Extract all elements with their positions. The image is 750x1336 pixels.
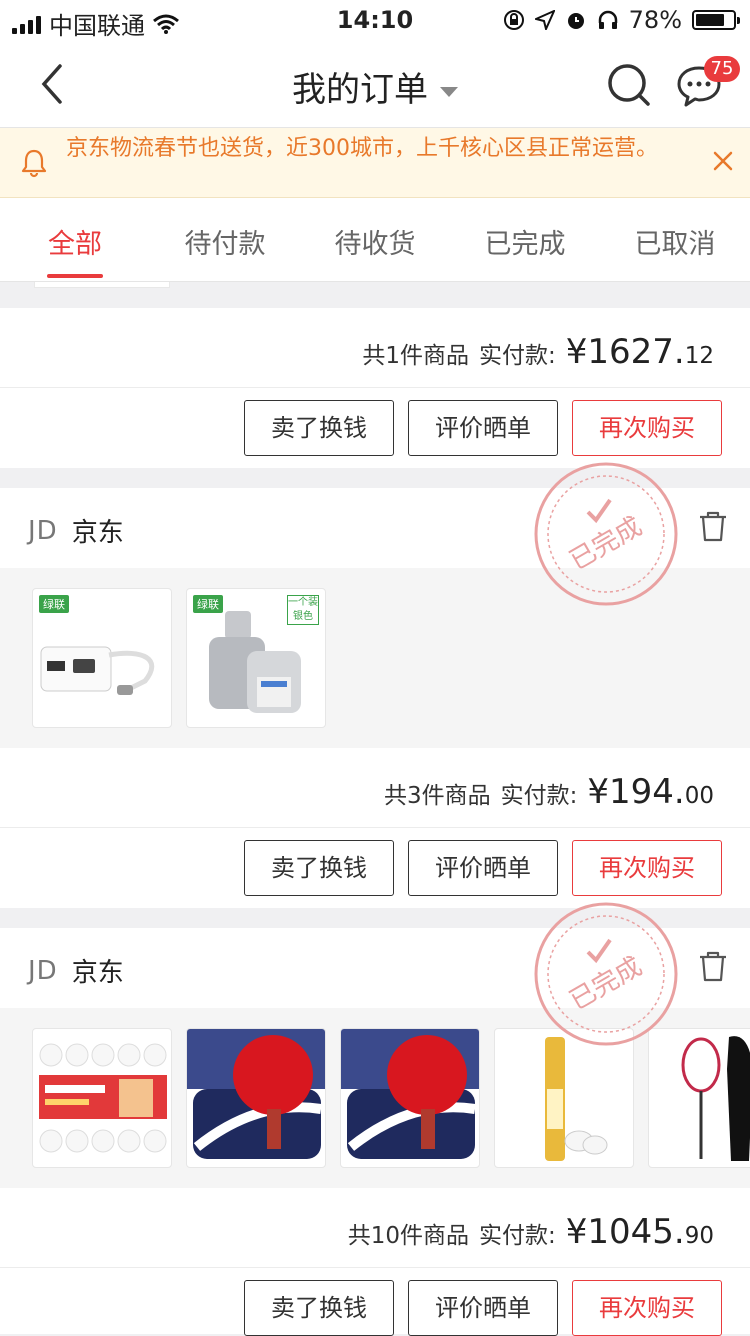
shop-title: 京东 bbox=[71, 958, 124, 988]
tab-cancelled[interactable]: 已取消 bbox=[600, 222, 750, 261]
review-button[interactable]: 评价晒单 bbox=[408, 1280, 558, 1336]
alarm-icon bbox=[567, 13, 584, 29]
price-decimal: 90 bbox=[684, 1223, 714, 1249]
item-count: 共1件商品 bbox=[362, 343, 469, 369]
brand-tag: 绿联 bbox=[193, 595, 223, 613]
thumbnail-edge bbox=[34, 282, 170, 288]
order-card-1: 共1件商品 实付款: ¥1627.12 卖了换钱 评价晒单 再次购买 bbox=[0, 308, 750, 468]
order-status-tabs: 全部 待付款 待收货 已完成 已取消 bbox=[0, 198, 750, 282]
message-count-badge: 75 bbox=[704, 56, 740, 82]
rebuy-button[interactable]: 再次购买 bbox=[572, 400, 722, 456]
completed-stamp: 已完成 bbox=[534, 462, 678, 606]
order-card-2-footer: 共3件商品 实付款: ¥194.00 卖了换钱 评价晒单 再次购买 bbox=[0, 748, 750, 908]
battery-icon bbox=[692, 10, 740, 30]
shop-name[interactable]: JD 京东 bbox=[28, 952, 124, 989]
order-total: ¥1045.90 bbox=[566, 1212, 714, 1252]
tab-pending-payment[interactable]: 待付款 bbox=[150, 222, 300, 261]
divider bbox=[0, 1267, 750, 1268]
sell-button[interactable]: 卖了换钱 bbox=[244, 840, 394, 896]
item-count: 共3件商品 bbox=[383, 783, 491, 809]
order-summary: 共10件商品 实付款: ¥1045.90 bbox=[348, 1212, 714, 1252]
table-tennis-paddle-image bbox=[187, 1029, 325, 1159]
trash-icon[interactable] bbox=[698, 950, 728, 982]
paid-label: 实付款: bbox=[479, 343, 556, 369]
logistics-notice-banner: 京东物流春节也送货，近300城市，上千核心区县正常运营。 bbox=[0, 128, 750, 198]
order-total: ¥1627.12 bbox=[566, 332, 714, 372]
sell-button[interactable]: 卖了换钱 bbox=[244, 1280, 394, 1336]
stamp-text: 已完成 bbox=[565, 512, 648, 577]
tab-completed[interactable]: 已完成 bbox=[450, 222, 600, 261]
status-bar: 中国联通 14:10 78% bbox=[0, 0, 750, 40]
jd-logo: JD bbox=[28, 955, 58, 986]
bell-icon bbox=[21, 149, 47, 178]
product-thumbnail[interactable] bbox=[340, 1028, 480, 1168]
product-thumbnail[interactable] bbox=[32, 1028, 172, 1168]
sell-button[interactable]: 卖了换钱 bbox=[244, 400, 394, 456]
paid-label: 实付款: bbox=[479, 1223, 556, 1249]
brand-tag: 绿联 bbox=[39, 595, 69, 613]
shop-name[interactable]: JD 京东 bbox=[28, 512, 124, 549]
product-thumbnail[interactable]: 绿联 一个装 银色 bbox=[186, 588, 326, 728]
rotation-lock-icon bbox=[503, 10, 524, 30]
trash-icon[interactable] bbox=[698, 510, 728, 542]
divider bbox=[0, 387, 750, 388]
search-icon[interactable] bbox=[606, 62, 652, 108]
divider bbox=[0, 827, 750, 828]
tab-all[interactable]: 全部 bbox=[0, 222, 150, 261]
notice-text: 京东物流春节也送货，近300城市，上千核心区县正常运营。 bbox=[66, 136, 658, 161]
order-summary: 共1件商品 实付款: ¥1627.12 bbox=[362, 332, 714, 372]
chevron-down-icon bbox=[440, 86, 458, 97]
paid-label: 实付款: bbox=[500, 783, 578, 809]
price-decimal: 12 bbox=[684, 343, 714, 369]
product-thumbnail[interactable]: 绿联 bbox=[32, 588, 172, 728]
item-count: 共10件商品 bbox=[347, 1223, 469, 1249]
rebuy-button[interactable]: 再次购买 bbox=[572, 1280, 722, 1336]
review-button[interactable]: 评价晒单 bbox=[408, 840, 558, 896]
table-tennis-paddle-image bbox=[341, 1029, 479, 1159]
price-main: ¥1627. bbox=[565, 332, 685, 372]
stamp-text: 已完成 bbox=[565, 952, 648, 1017]
headphones-icon bbox=[598, 10, 617, 29]
variant-tag: 一个装 银色 bbox=[287, 595, 319, 625]
shop-title: 京东 bbox=[71, 518, 124, 548]
nav-bar: 我的订单 75 bbox=[0, 40, 750, 128]
order-card-3-footer: 共10件商品 实付款: ¥1045.90 卖了换钱 评价晒单 再次购买 bbox=[0, 1188, 750, 1336]
active-tab-indicator bbox=[47, 274, 103, 278]
status-right: 78% bbox=[503, 6, 740, 34]
price-main: ¥1045. bbox=[565, 1212, 685, 1252]
previous-thumbnail-edge bbox=[0, 282, 750, 308]
tab-pending-receipt[interactable]: 待收货 bbox=[300, 222, 450, 261]
order-summary: 共3件商品 实付款: ¥194.00 bbox=[384, 772, 714, 812]
price-decimal: 00 bbox=[684, 783, 714, 809]
rebuy-button[interactable]: 再次购买 bbox=[572, 840, 722, 896]
price-main: ¥194. bbox=[587, 772, 685, 812]
product-thumbnail[interactable] bbox=[186, 1028, 326, 1168]
page-title-text: 我的订单 bbox=[292, 70, 428, 110]
review-button[interactable]: 评价晒单 bbox=[408, 400, 558, 456]
location-icon bbox=[534, 10, 555, 30]
jd-logo: JD bbox=[28, 515, 58, 546]
battery-percent: 78% bbox=[628, 6, 682, 34]
close-icon[interactable] bbox=[710, 148, 736, 174]
ping-pong-balls-image bbox=[39, 1043, 167, 1153]
order-total: ¥194.00 bbox=[587, 772, 714, 812]
completed-stamp: 已完成 bbox=[534, 902, 678, 1046]
